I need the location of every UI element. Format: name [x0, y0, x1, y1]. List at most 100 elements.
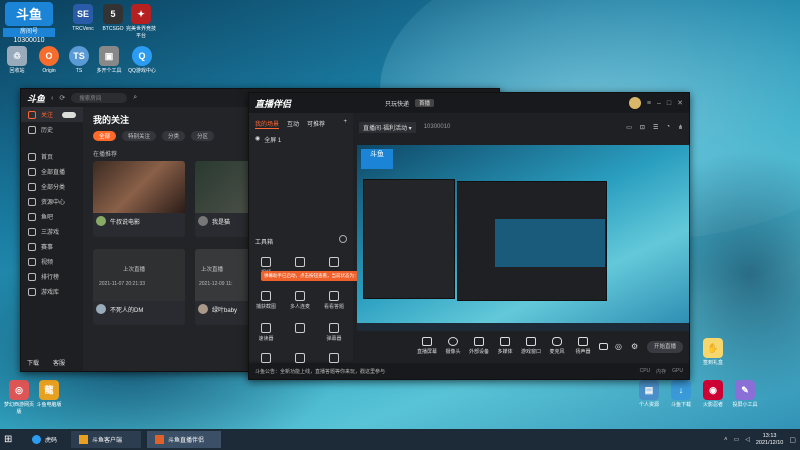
trophy-icon — [28, 242, 36, 251]
chip-category[interactable]: 分类 — [162, 131, 186, 141]
stream-card[interactable]: 上次直播 2021-11-07 20:21:33 不死人的DM — [93, 249, 185, 325]
control-speaker[interactable]: 扬声器 — [571, 337, 595, 355]
control-mic[interactable]: 麦克风 — [545, 337, 569, 355]
tab-scenes[interactable]: 我的场景 — [255, 119, 280, 129]
tool-quiz[interactable]: 看看答题 — [321, 291, 347, 310]
download-button[interactable]: 下载 — [27, 358, 39, 367]
share-icon[interactable]: ⋔ — [678, 124, 683, 131]
desktop-icon-ts[interactable]: TS TS — [62, 46, 96, 75]
tool-multi-mic[interactable]: 多人连麦 — [287, 291, 313, 310]
search-icon[interactable]: ⌕ — [133, 94, 137, 102]
lock-icon[interactable]: ⊡ — [640, 124, 645, 131]
desktop-icon-gift[interactable]: ✋ 签到礼盒 — [696, 338, 730, 367]
live-preview: 斗鱼 — [357, 145, 689, 331]
desktop-icon-douyu[interactable]: 斗鱼 房间号 10300010 — [3, 2, 55, 44]
sidebar-item-games[interactable]: 三游戏 — [21, 224, 83, 239]
maximize-icon[interactable]: □ — [667, 100, 671, 107]
desktop-icon-download[interactable]: ↓ 斗鱼下载 — [664, 380, 698, 409]
start-live-button[interactable]: 开始直播 — [647, 341, 683, 353]
sidebar-item-events[interactable]: 赛事 — [21, 239, 83, 254]
chip-zone[interactable]: 分区 — [191, 131, 215, 141]
huma-icon — [32, 435, 41, 444]
tray-up-icon[interactable]: ˄ — [724, 437, 728, 443]
assistant-titlebar: 直播伴侣 只玩快递 首播 ≡ – □ ✕ — [249, 93, 689, 113]
notice-text[interactable]: 斗鱼公告：全新功能上线，直播答题等你来玩，戳这里参与 — [255, 368, 385, 375]
gamepad-icon — [526, 337, 536, 346]
service-button[interactable]: 客服 — [53, 358, 65, 367]
chip-all[interactable]: 全部 — [93, 131, 117, 141]
sidebar-item-video[interactable]: 视频 — [21, 254, 83, 269]
client-sidebar: 关注 历史 首页 全部直播 全部分类 资源中心 鱼吧 三游戏 赛事 视频 排行榜… — [21, 107, 83, 371]
desktop-icon-menghuan[interactable]: ◎ 梦幻西游网页版 — [2, 380, 36, 416]
mute-icon[interactable]: ◎ — [615, 342, 622, 351]
add-scene-icon[interactable]: + — [343, 119, 347, 129]
monitor-icon — [422, 337, 432, 346]
camera-icon — [295, 323, 305, 333]
list-icon[interactable]: ☰ — [653, 124, 658, 131]
scene-item[interactable]: ◉ 全屏 1 — [249, 132, 353, 147]
desktop-icon-multi[interactable]: ▣ 多开个工具 — [92, 46, 126, 75]
tool-2[interactable] — [287, 257, 313, 269]
screen-icon[interactable]: ▭ — [626, 124, 632, 131]
tool-capture[interactable]: 捕获截图 — [253, 291, 279, 310]
desktop-icon-recycle[interactable]: ♲ 回收站 — [0, 46, 34, 75]
tool-3[interactable] — [321, 257, 347, 269]
desktop-icon-cast[interactable]: ✎ 投屏小工具 — [728, 380, 762, 409]
sidebar-item-history[interactable]: 历史 — [21, 122, 83, 137]
sidebar-item-follow[interactable]: 关注 — [21, 107, 83, 122]
tool-8[interactable] — [287, 323, 313, 335]
refresh-icon[interactable]: ⟳ — [59, 94, 65, 102]
volume-icon[interactable]: ◁ — [745, 436, 750, 443]
tab-interact[interactable]: 互动 — [287, 119, 299, 129]
desktop-icon-douyu-pc[interactable]: 龍 斗鱼电脑版 — [32, 380, 66, 409]
desktop-icon-trcvenc[interactable]: SE TRCVenc — [66, 4, 100, 33]
back-icon[interactable]: ‹ — [51, 95, 53, 102]
sidebar-item-all-live[interactable]: 全部直播 — [21, 164, 83, 179]
stream-card[interactable]: 上次直播 2021-12-09 11: 绿叶baby — [195, 249, 255, 325]
tab-recommend[interactable]: 可推荐 — [307, 119, 325, 129]
download-icon: ↓ — [671, 380, 691, 400]
sidebar-item-resources[interactable]: 资源中心 — [21, 194, 83, 209]
sidebar-item-rank[interactable]: 排行榜 — [21, 269, 83, 284]
toggle-icon[interactable] — [62, 111, 77, 118]
desktop-icon-perfect[interactable]: ✦ 完美世界竞技平台 — [124, 4, 158, 40]
taskbar-item-huma[interactable]: 虎码 — [24, 431, 65, 448]
tool-danmaku[interactable]: 弹幕器 — [321, 323, 347, 342]
chip-special[interactable]: 特别关注 — [122, 131, 157, 141]
control-screen[interactable]: 直播屏幕 — [415, 337, 439, 355]
avatar[interactable] — [628, 97, 641, 109]
stream-card[interactable]: 我是猫 — [195, 161, 255, 237]
sidebar-item-categories[interactable]: 全部分类 — [21, 179, 83, 194]
search-input[interactable]: 搜索房间 — [71, 93, 128, 103]
desktop-icon-resource[interactable]: ▤ 个人资源 — [632, 380, 666, 409]
menu-icon[interactable]: ≡ — [647, 100, 651, 107]
control-media[interactable]: 多媒体 — [493, 337, 517, 355]
notification-icon[interactable]: ▢ — [789, 436, 796, 444]
control-device[interactable]: 外部设备 — [467, 337, 491, 355]
desktop-icon-naruto[interactable]: ◉ 火影忍者 — [696, 380, 730, 409]
minimize-icon[interactable]: – — [657, 100, 661, 107]
control-camera[interactable]: 摄像头 — [441, 337, 465, 355]
room-select[interactable]: 直播间·福利活动 ▾ — [359, 121, 416, 133]
media-icon — [500, 337, 510, 346]
start-icon[interactable]: ⊞ — [4, 434, 18, 445]
taskbar-item-douyu-client[interactable]: 斗鱼客户端 — [71, 431, 142, 448]
sidebar-item-gamelib[interactable]: 游戏库 — [21, 284, 83, 299]
control-game-window[interactable]: 游戏窗口 — [519, 337, 543, 355]
network-icon[interactable]: ▭ — [734, 436, 740, 443]
settings-icon[interactable]: ⚙ — [631, 342, 638, 351]
record-icon[interactable] — [599, 343, 608, 350]
sidebar-item-home[interactable]: 首页 — [21, 149, 83, 164]
close-icon[interactable]: ✕ — [677, 99, 683, 107]
bell-icon[interactable]: ◔ — [666, 124, 670, 130]
sidebar-item-yuba[interactable]: 鱼吧 — [21, 209, 83, 224]
desktop-icon-origin[interactable]: O Origin — [32, 46, 66, 75]
clock[interactable]: 13:13 2021/12/10 — [756, 433, 784, 447]
collapse-icon[interactable] — [339, 235, 347, 243]
multi-tool-icon: ▣ — [99, 46, 119, 66]
tool-reader[interactable]: 速读器 — [253, 323, 279, 342]
stream-card[interactable]: 牛叔说电影 — [93, 161, 185, 237]
trcvenc-icon: SE — [73, 4, 93, 24]
desktop-icon-qqgame[interactable]: Q QQ游戏中心 — [125, 46, 159, 75]
taskbar-item-live-assistant[interactable]: 斗鱼直播伴侣 — [147, 431, 222, 448]
